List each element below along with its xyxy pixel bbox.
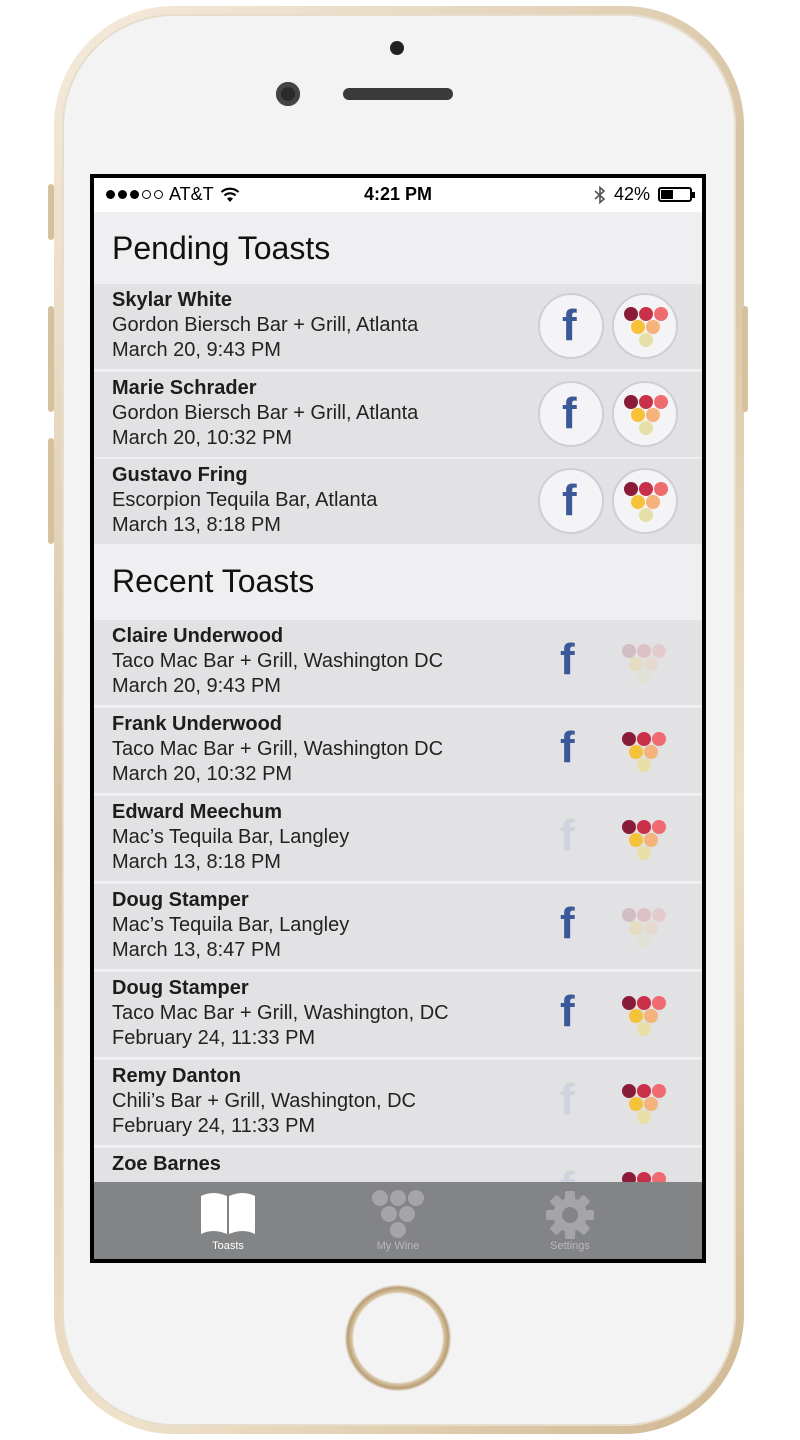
facebook-icon: f bbox=[562, 389, 577, 438]
toast-date: March 13, 8:18 PM bbox=[112, 514, 281, 536]
share-facebook-button[interactable]: f bbox=[538, 468, 604, 534]
toast-date: March 20, 10:32 PM bbox=[112, 427, 293, 449]
toast-name: Doug Stamper bbox=[112, 889, 249, 911]
volume-down-button bbox=[48, 438, 54, 544]
share-facebook-button[interactable]: f bbox=[538, 293, 604, 359]
toast-date: March 20, 10:32 PM bbox=[112, 763, 293, 785]
toast-place: Escorpion Tequila Bar, Atlanta bbox=[112, 489, 378, 511]
volume-up-button bbox=[48, 306, 54, 412]
battery-icon bbox=[658, 187, 695, 202]
facebook-icon: f bbox=[560, 899, 575, 948]
toast-name: Edward Meechum bbox=[112, 801, 283, 823]
recent-toasts-heading: Recent Toasts bbox=[112, 563, 315, 599]
tab-bar: Toasts My Wine Settings bbox=[94, 1182, 702, 1259]
toast-row[interactable]: Remy Danton Chili’s Bar + Grill, Washingt… bbox=[94, 1060, 702, 1145]
facebook-icon: f bbox=[562, 301, 577, 350]
toast-name: Marie Schrader bbox=[112, 377, 257, 399]
toast-place: Taco Mac Bar + Grill, Washington DC bbox=[112, 650, 444, 672]
toast-date: February 24, 11:33 PM bbox=[112, 1115, 316, 1137]
toast-name: Zoe Barnes bbox=[112, 1153, 221, 1175]
facebook-icon: f bbox=[560, 987, 575, 1036]
toast-row[interactable]: Doug Stamper Taco Mac Bar + Grill, Washin… bbox=[94, 972, 702, 1057]
toast-place: Taco Mac Bar + Grill, Washington, DC bbox=[112, 1002, 449, 1024]
toast-place: Gordon Biersch Bar + Grill, Atlanta bbox=[112, 402, 419, 424]
power-button bbox=[742, 306, 748, 412]
share-wine-button[interactable] bbox=[612, 381, 678, 447]
toast-row[interactable]: Claire Underwood Taco Mac Bar + Grill, Wa… bbox=[94, 620, 702, 705]
screen: AT&T 4:21 PM 42% Pending Toasts Skylar W… bbox=[90, 174, 706, 1263]
toast-place: Taco Mac Bar + Grill, Washington DC bbox=[112, 738, 444, 760]
earpiece-speaker bbox=[343, 88, 453, 100]
toast-date: March 20, 9:43 PM bbox=[112, 339, 281, 361]
facebook-icon: f bbox=[560, 635, 575, 684]
toast-row[interactable]: Frank Underwood Taco Mac Bar + Grill, Was… bbox=[94, 708, 702, 793]
wine-grapes-icon bbox=[620, 1084, 672, 1128]
front-camera bbox=[276, 82, 300, 106]
gear-icon bbox=[546, 1191, 594, 1239]
facebook-icon: f bbox=[562, 476, 577, 525]
toast-place: Chili’s Bar + Grill, Washington, DC bbox=[112, 1090, 416, 1112]
wine-grapes-icon bbox=[620, 820, 672, 864]
app-display: AT&T 4:21 PM 42% Pending Toasts Skylar W… bbox=[94, 178, 702, 1259]
toast-row[interactable]: Marie Schrader Gordon Biersch Bar + Grill… bbox=[94, 372, 702, 457]
wine-grapes-icon bbox=[622, 482, 674, 526]
toast-place: Mac’s Tequila Bar, Langley bbox=[112, 826, 350, 848]
toast-name: Doug Stamper bbox=[112, 977, 249, 999]
toast-place: Gordon Biersch Bar + Grill, Atlanta bbox=[112, 314, 419, 336]
toast-place: Mac’s Tequila Bar, Langley bbox=[112, 914, 350, 936]
status-bar: AT&T 4:21 PM 42% bbox=[94, 178, 702, 212]
home-button[interactable] bbox=[344, 1284, 452, 1392]
share-facebook-button[interactable]: f bbox=[538, 381, 604, 447]
bluetooth-icon bbox=[594, 185, 606, 204]
mute-switch bbox=[48, 184, 54, 240]
wine-grapes-icon bbox=[620, 732, 672, 776]
facebook-icon: f bbox=[560, 811, 575, 860]
toast-name: Remy Danton bbox=[112, 1065, 241, 1087]
facebook-icon: f bbox=[560, 723, 575, 772]
status-right: 42% bbox=[594, 184, 695, 205]
wine-grapes-icon bbox=[620, 644, 672, 688]
wine-grapes-icon bbox=[620, 996, 672, 1040]
toast-name: Gustavo Fring bbox=[112, 464, 248, 486]
wine-grapes-icon bbox=[620, 908, 672, 952]
toast-name: Claire Underwood bbox=[112, 625, 284, 647]
share-wine-button[interactable] bbox=[612, 468, 678, 534]
toast-date: February 24, 11:33 PM bbox=[112, 1027, 316, 1049]
proximity-sensor bbox=[390, 41, 404, 55]
toast-row[interactable]: Skylar White Gordon Biersch Bar + Grill, … bbox=[94, 284, 702, 369]
facebook-icon: f bbox=[560, 1075, 575, 1124]
battery-percent: 42% bbox=[613, 184, 650, 204]
toast-date: March 13, 8:18 PM bbox=[112, 851, 281, 873]
toast-date: March 20, 9:43 PM bbox=[112, 675, 281, 697]
toast-row[interactable]: Doug Stamper Mac’s Tequila Bar, Langley Ma… bbox=[94, 884, 702, 969]
wine-grapes-icon bbox=[622, 395, 674, 439]
pending-toasts-heading: Pending Toasts bbox=[112, 230, 331, 266]
tab-settings[interactable]: Settings bbox=[469, 1182, 671, 1259]
toast-name: Skylar White bbox=[112, 289, 233, 311]
tab-settings-label: Settings bbox=[550, 1240, 590, 1252]
grapes-icon bbox=[372, 1190, 424, 1238]
toast-row[interactable]: Gustavo Fring Escorpion Tequila Bar, Atla… bbox=[94, 459, 702, 544]
share-wine-button[interactable] bbox=[612, 293, 678, 359]
toast-row[interactable]: Edward Meechum Mac’s Tequila Bar, Langley… bbox=[94, 796, 702, 881]
book-icon bbox=[201, 1193, 255, 1234]
toast-name: Frank Underwood bbox=[112, 713, 283, 735]
toast-date: March 13, 8:47 PM bbox=[112, 939, 281, 961]
wine-grapes-icon bbox=[622, 307, 674, 351]
